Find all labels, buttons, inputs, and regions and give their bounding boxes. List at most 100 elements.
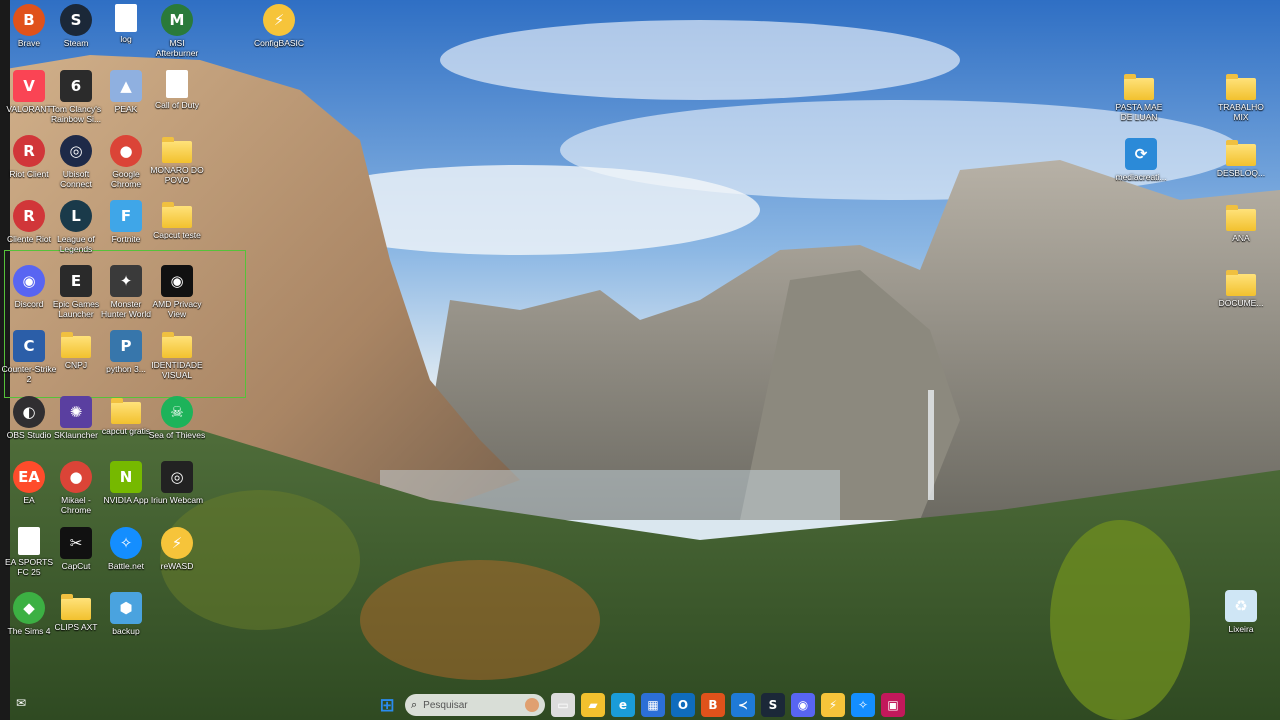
desktop-icon-label: Google Chrome [110, 169, 142, 189]
desktop-icon-label: ConfigBASIC [253, 38, 305, 48]
discord-icon: ◉ [13, 265, 45, 297]
chrome-icon: ● [110, 135, 142, 167]
search-highlight-icon [525, 698, 539, 712]
taskbar-store-icon[interactable]: ▦ [641, 693, 665, 717]
desktop-icon-label: AMD Privacy View [152, 299, 202, 319]
monster-hunter-icon: ✦ [110, 265, 142, 297]
obs-icon: ◐ [13, 396, 45, 428]
recycle-bin-icon: ♻ [1225, 590, 1257, 622]
desktop-icon-label: MONARO DO POVO [150, 165, 204, 185]
desktop-icon-peak[interactable]: ▲ PEAK [97, 70, 155, 134]
brave-icon: B [13, 4, 45, 36]
folder-icon [61, 332, 91, 358]
desktop-icon-mediacreati[interactable]: ⟳ mediacreati... [1112, 138, 1170, 202]
desktop-icon-capcut-teste[interactable]: Capcut teste [148, 200, 206, 264]
riot-client-icon: R [13, 135, 45, 167]
riot-client-icon: R [13, 200, 45, 232]
desktop-icon-label: Fortnite [111, 234, 141, 244]
desktop-icon-nvidia-app[interactable]: N NVIDIA App [97, 461, 155, 525]
desktop-icon-identidade-visual[interactable]: IDENTIDADE VISUAL [148, 330, 206, 394]
desktop-icon-desbloq[interactable]: DESBLOQ... [1212, 138, 1270, 202]
desktop-icon-fortnite[interactable]: F Fortnite [97, 200, 155, 264]
taskbar-app-icon[interactable]: ▣ [881, 693, 905, 717]
desktop-icon-label: python 3... [106, 364, 146, 374]
taskbar: ⊞ ⌕ Pesquisar ▭ ▰ e ▦ O B ≺ S ◉ ⚡ ✧ ▣ [0, 690, 1280, 720]
folder-icon [1226, 270, 1256, 296]
counter-strike-icon: C [13, 330, 45, 362]
desktop-icon-configbasic[interactable]: ⚡ ConfigBASIC [250, 4, 308, 68]
desktop-icon-label: log [120, 34, 132, 44]
folder-icon [1226, 205, 1256, 231]
desktop-icon-log[interactable]: log [97, 4, 155, 68]
desktop-icon-google-chrome[interactable]: ● Google Chrome [97, 135, 155, 199]
folder-icon [111, 398, 141, 424]
desktop-icon-label: Capcut teste [153, 230, 201, 240]
folder-icon [162, 202, 192, 228]
ubisoft-icon: ◎ [60, 135, 92, 167]
desktop-icon-label: IDENTIDADE VISUAL [151, 360, 203, 380]
desktop-icon-label: Call of Duty [155, 100, 199, 110]
taskbar-steam-icon[interactable]: S [761, 693, 785, 717]
rainbow-six-icon: 6 [60, 70, 92, 102]
folder-icon [1226, 140, 1256, 166]
search-placeholder: Pesquisar [423, 699, 468, 711]
folder-icon [61, 594, 91, 620]
desktop-icon-label: backup [112, 626, 140, 636]
taskbar-lightning-icon[interactable]: ⚡ [821, 693, 845, 717]
desktop-icon-ana[interactable]: ANA [1212, 203, 1270, 267]
capcut-icon: ✂ [60, 527, 92, 559]
league-of-legends-icon: L [60, 200, 92, 232]
notification-icon[interactable]: ✉ [10, 692, 32, 714]
media-creation-tool-icon: ⟳ [1125, 138, 1157, 170]
desktop-icon-call-of-duty[interactable]: Call of Duty [148, 70, 206, 134]
desktop-icon-amd-privacy-view[interactable]: ◉ AMD Privacy View [148, 265, 206, 329]
desktop-icon-monster-hunter-world[interactable]: ✦ Monster Hunter World [97, 265, 155, 329]
desktop-icon-trabalho-mix[interactable]: TRABALHO MIX [1212, 72, 1270, 136]
taskbar-windows-start-icon[interactable]: ⊞ [375, 693, 399, 717]
taskbar-brave-icon[interactable]: B [701, 693, 725, 717]
desktop-icon-monaro-do-povo[interactable]: MONARO DO POVO [148, 135, 206, 199]
sims-icon: ◆ [13, 592, 45, 624]
document-icon [18, 527, 40, 555]
desktop-icon-rewasd[interactable]: ⚡ reWASD [148, 527, 206, 591]
desktop-icon-label: mediacreati... [1115, 172, 1167, 182]
sklauncher-icon: ✺ [60, 396, 92, 428]
desktop-icon-capcut-gratis[interactable]: capcut gratis [97, 396, 155, 460]
desktop-icon-pasta-mae-de-luan[interactable]: PASTA MAE DE LUAN [1110, 72, 1168, 136]
desktop-icon-label: PEAK [114, 104, 138, 114]
iriun-webcam-icon: ◎ [161, 461, 193, 493]
desktop-icon-sea-of-thieves[interactable]: ☠ Sea of Thieves [148, 396, 206, 460]
peak-icon: ▲ [110, 70, 142, 102]
taskbar-search-box[interactable]: ⌕ Pesquisar [405, 694, 545, 716]
desktop-icon-docume[interactable]: DOCUME... [1212, 268, 1270, 332]
taskbar-file-explorer-icon[interactable]: ▰ [581, 693, 605, 717]
desktop-icon-iriun-webcam[interactable]: ◎ Iriun Webcam [148, 461, 206, 525]
valorant-icon: V [13, 70, 45, 102]
desktop-icon-battle-net[interactable]: ✧ Battle.net [97, 527, 155, 591]
desktop-icon-label: Battle.net [108, 561, 144, 571]
desktop-icon-label: DESBLOQ... [1216, 168, 1266, 178]
document-icon [166, 70, 188, 98]
desktop-icon-lixeira[interactable]: ♻ Lixeira [1212, 590, 1270, 654]
taskbar-outlook-icon[interactable]: O [671, 693, 695, 717]
document-icon [115, 4, 137, 32]
desktop-icon-label: DOCUME... [1218, 298, 1264, 308]
folder-icon [162, 332, 192, 358]
desktop-icon-backup[interactable]: ⬢ backup [97, 592, 155, 656]
taskbar-discord-icon[interactable]: ◉ [791, 693, 815, 717]
taskbar-edge-icon[interactable]: e [611, 693, 635, 717]
taskbar-vscode-icon[interactable]: ≺ [731, 693, 755, 717]
msi-afterburner-icon: M [161, 4, 193, 36]
desktop-icon-msi-afterburner[interactable]: M MSI Afterburner [148, 4, 206, 68]
desktop-icon-label: MSI Afterburner [155, 38, 199, 58]
desktop-icon-label: Iriun Webcam [150, 495, 204, 505]
python-icon: P [110, 330, 142, 362]
desktop-icon-python-3[interactable]: Ppython 3... [97, 330, 155, 394]
desktop-icon-label: Monster Hunter World [101, 299, 151, 319]
taskbar-battlenet-icon[interactable]: ✧ [851, 693, 875, 717]
folder-icon [162, 137, 192, 163]
search-icon: ⌕ [411, 698, 418, 711]
backup-icon: ⬢ [110, 592, 142, 624]
desktop-icon-label: ANA [1232, 233, 1250, 243]
taskbar-task-view-icon[interactable]: ▭ [551, 693, 575, 717]
